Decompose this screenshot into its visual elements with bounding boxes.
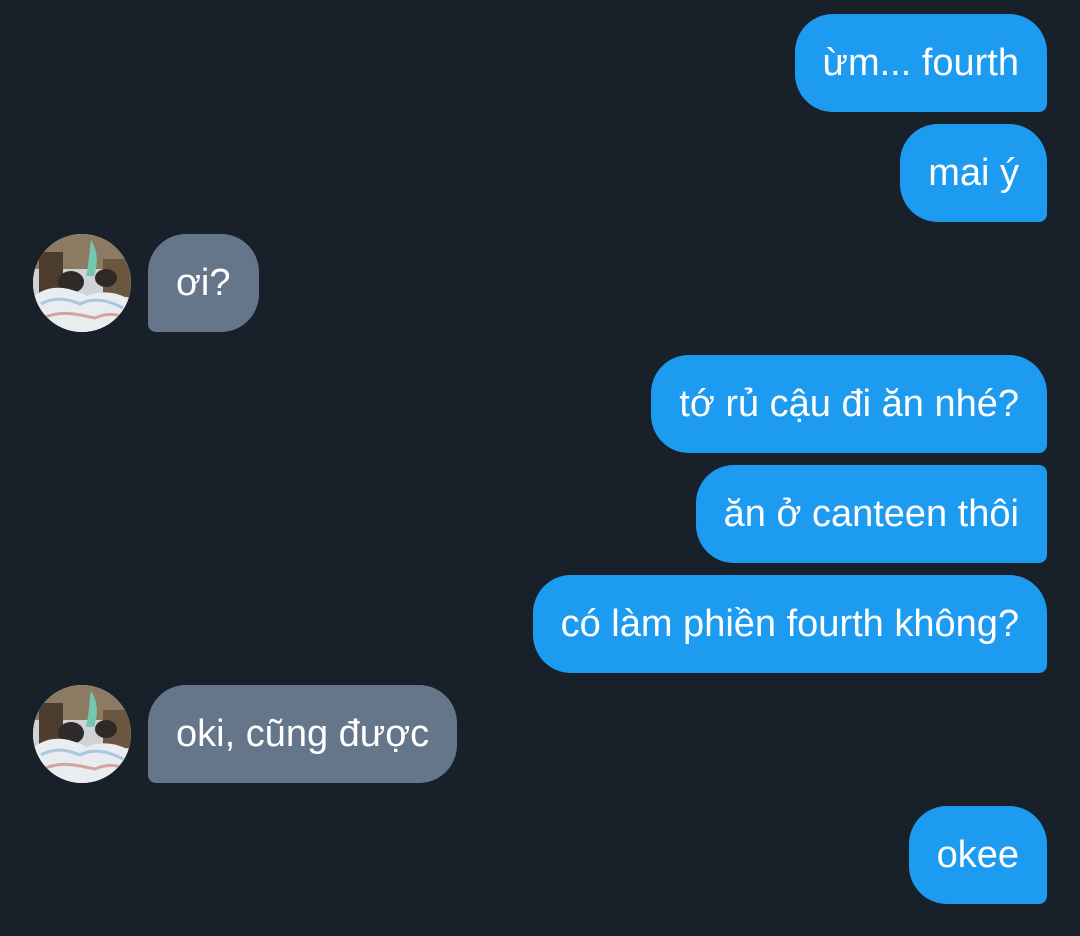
sent-message-bubble[interactable]: okee <box>908 806 1047 904</box>
sent-message-bubble[interactable]: mai ý <box>900 124 1047 222</box>
contact-avatar-photo-icon <box>33 685 131 783</box>
message-thread[interactable]: ừm... fourth mai ý ơi? tớ rủ cậu đi ăn n… <box>0 0 1080 936</box>
sent-message-bubble[interactable]: tớ rủ cậu đi ăn nhé? <box>651 355 1047 453</box>
message-text: mai ý <box>928 152 1019 194</box>
message-text: okee <box>936 834 1019 876</box>
message-text: ăn ở canteen thôi <box>723 493 1019 535</box>
received-message-bubble[interactable]: oki, cũng được <box>148 685 458 783</box>
received-message-bubble[interactable]: ơi? <box>148 234 259 332</box>
message-text: ơi? <box>176 262 231 304</box>
contact-avatar[interactable] <box>33 685 131 783</box>
sent-message-bubble[interactable]: ừm... fourth <box>794 14 1047 112</box>
message-text: tớ rủ cậu đi ăn nhé? <box>679 383 1019 425</box>
contact-avatar[interactable] <box>33 234 131 332</box>
message-text: ừm... fourth <box>822 42 1020 84</box>
contact-avatar-photo-icon <box>33 234 131 332</box>
sent-message-bubble[interactable]: có làm phiền fourth không? <box>532 575 1047 673</box>
sent-message-bubble[interactable]: ăn ở canteen thôi <box>695 465 1047 563</box>
message-text: oki, cũng được <box>176 713 430 755</box>
message-text: có làm phiền fourth không? <box>560 603 1019 645</box>
